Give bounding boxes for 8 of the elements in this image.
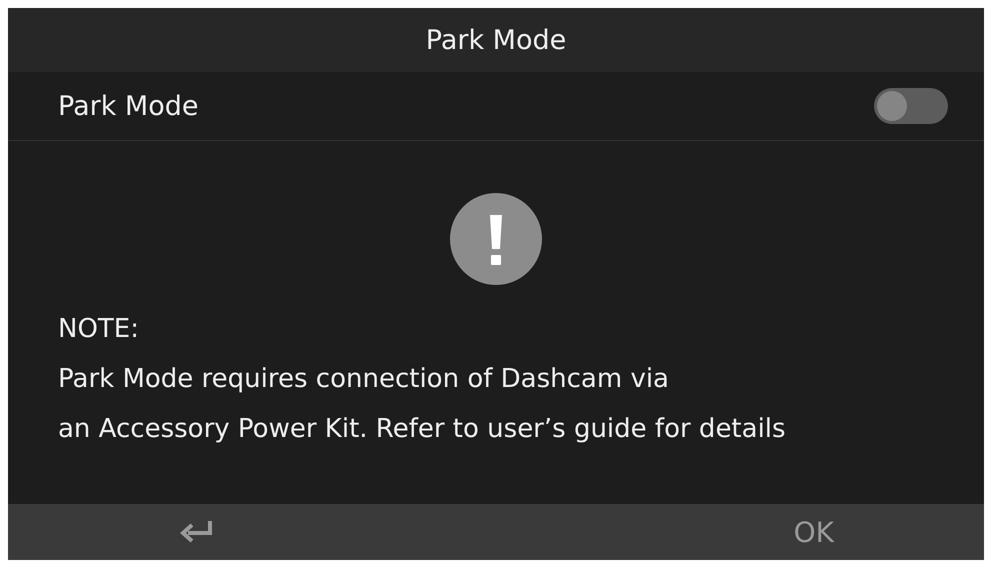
note-heading: NOTE: — [58, 313, 139, 346]
note-text: Park Mode requires connection of Dashcam via — [58, 363, 669, 396]
ok-button[interactable]: OK — [794, 516, 834, 548]
setting-label: Park Mode — [58, 90, 198, 122]
toggle-switch[interactable] — [874, 88, 948, 124]
screen-title: Park Mode — [426, 24, 566, 56]
note-text: an Accessory Power Kit. Refer to user’s guide for details — [58, 413, 786, 446]
warning-icon — [450, 193, 542, 285]
